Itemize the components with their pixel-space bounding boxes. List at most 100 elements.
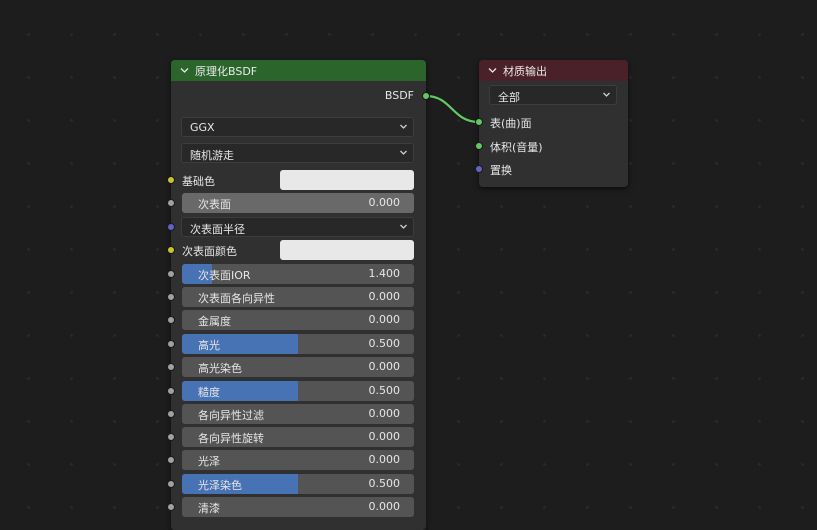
- input-row: 清漆 0.000: [167, 497, 426, 517]
- input-socket[interactable]: [167, 223, 175, 231]
- input-row: 次表面 0.000: [167, 193, 426, 213]
- dropdown-label: 次表面半径: [190, 223, 245, 236]
- distribution-dropdown[interactable]: GGX: [181, 117, 414, 137]
- input-socket[interactable]: [167, 199, 175, 207]
- subsurface-radius-dropdown[interactable]: 次表面半径: [181, 217, 414, 237]
- slider-value: 0.000: [368, 313, 401, 326]
- input-row: 金属度 0.000: [167, 310, 426, 330]
- slider-label: 各向异性过滤: [198, 409, 264, 422]
- slider-value: 0.000: [368, 290, 401, 303]
- input-row: 次表面半径: [167, 217, 426, 237]
- slider-label: 金属度: [198, 315, 231, 328]
- slider-value: 0.000: [368, 453, 401, 466]
- input-row: 基础色: [167, 170, 426, 190]
- surface-input-label: 表(曲)面: [490, 117, 532, 130]
- output-node-title: 材质输出: [503, 64, 547, 78]
- input-row: 各向异性旋转 0.000: [167, 427, 426, 447]
- input-socket[interactable]: [167, 387, 175, 395]
- slider-label: 高光: [198, 339, 220, 352]
- color-input-label: 基础色: [182, 175, 215, 188]
- slider-value: 0.000: [368, 430, 401, 443]
- slider-label: 糙度: [198, 386, 220, 399]
- chevron-down-icon: [400, 124, 407, 129]
- link-curve-inner: [425, 94, 480, 124]
- input-socket[interactable]: [167, 456, 175, 464]
- slider-value: 0.000: [368, 407, 401, 420]
- slider-label: 次表面: [198, 198, 231, 211]
- displacement-input-socket[interactable]: [475, 165, 483, 173]
- input-row: 次表面IOR 1.400: [167, 264, 426, 284]
- subsurface-method-value: 随机游走: [190, 149, 234, 162]
- output-input-row: 体积(音量): [475, 136, 628, 156]
- value-slider[interactable]: 金属度 0.000: [182, 310, 414, 330]
- collapse-chevron-icon[interactable]: [488, 66, 497, 75]
- value-slider[interactable]: 高光染色 0.000: [182, 357, 414, 377]
- link-curve: [425, 94, 480, 124]
- slider-label: 各向异性旋转: [198, 432, 264, 445]
- surface-input-socket[interactable]: [475, 118, 483, 126]
- bsdf-node-header[interactable]: 原理化BSDF: [171, 60, 426, 81]
- material-output-node[interactable]: 材质输出 全部 表(曲)面 体积(音量) 置换: [475, 60, 628, 187]
- input-socket[interactable]: [167, 316, 175, 324]
- input-row: 各向异性过滤 0.000: [167, 404, 426, 424]
- input-socket[interactable]: [167, 363, 175, 371]
- bsdf-output-label: BSDF: [384, 89, 414, 102]
- slider-value: 0.500: [368, 337, 401, 350]
- value-slider[interactable]: 次表面各向异性 0.000: [182, 287, 414, 307]
- slider-value: 1.400: [368, 267, 401, 280]
- input-row: 次表面颜色: [167, 240, 426, 260]
- input-row: 光泽 0.000: [167, 450, 426, 470]
- value-slider[interactable]: 清漆 0.000: [182, 497, 414, 517]
- chevron-down-icon: [603, 92, 610, 97]
- slider-value: 0.500: [368, 384, 401, 397]
- principled-bsdf-node[interactable]: 原理化BSDF BSDF GGX 随机游走 基础色 次表面 0.000 次表面半径 次表…: [167, 60, 430, 530]
- color-input-label: 次表面颜色: [182, 245, 237, 258]
- bsdf-node-title: 原理化BSDF: [195, 64, 258, 78]
- output-target-dropdown[interactable]: 全部: [489, 85, 617, 105]
- collapse-chevron-icon[interactable]: [180, 66, 189, 75]
- slider-label: 光泽: [198, 455, 220, 468]
- value-slider[interactable]: 光泽染色 0.500: [182, 474, 414, 494]
- chevron-down-icon: [400, 150, 407, 155]
- value-slider[interactable]: 光泽 0.000: [182, 450, 414, 470]
- input-socket[interactable]: [167, 293, 175, 301]
- slider-value: 0.000: [368, 196, 401, 209]
- slider-label: 高光染色: [198, 362, 242, 375]
- slider-value: 0.500: [368, 477, 401, 490]
- bsdf-output-socket[interactable]: [422, 92, 430, 100]
- input-row: 光泽染色 0.500: [167, 474, 426, 494]
- output-input-row: 置换: [475, 159, 628, 179]
- value-slider[interactable]: 次表面 0.000: [182, 193, 414, 213]
- bsdf-output-row: BSDF: [171, 86, 430, 106]
- value-slider[interactable]: 糙度 0.500: [182, 381, 414, 401]
- input-socket[interactable]: [167, 410, 175, 418]
- input-socket[interactable]: [167, 270, 175, 278]
- value-slider[interactable]: 各向异性过滤 0.000: [182, 404, 414, 424]
- slider-value: 0.000: [368, 500, 401, 513]
- input-socket[interactable]: [167, 340, 175, 348]
- distribution-value: GGX: [190, 121, 215, 134]
- slider-value: 0.000: [368, 360, 401, 373]
- input-row: 糙度 0.500: [167, 381, 426, 401]
- chevron-down-icon: [400, 224, 407, 229]
- input-socket[interactable]: [167, 480, 175, 488]
- input-row: 高光 0.500: [167, 334, 426, 354]
- input-row: 高光染色 0.000: [167, 357, 426, 377]
- input-socket[interactable]: [167, 503, 175, 511]
- value-slider[interactable]: 高光 0.500: [182, 334, 414, 354]
- color-swatch[interactable]: [280, 170, 414, 190]
- input-socket[interactable]: [167, 246, 175, 254]
- output-node-header[interactable]: 材质输出: [479, 60, 628, 81]
- input-row: 次表面各向异性 0.000: [167, 287, 426, 307]
- input-socket[interactable]: [167, 176, 175, 184]
- value-slider[interactable]: 次表面IOR 1.400: [182, 264, 414, 284]
- output-input-row: 表(曲)面: [475, 112, 628, 132]
- subsurface-method-dropdown[interactable]: 随机游走: [181, 143, 414, 163]
- slider-label: 次表面各向异性: [198, 292, 275, 305]
- volume-input-socket[interactable]: [475, 142, 483, 150]
- volume-input-label: 体积(音量): [490, 141, 543, 154]
- displacement-input-label: 置换: [490, 164, 512, 177]
- value-slider[interactable]: 各向异性旋转 0.000: [182, 427, 414, 447]
- input-socket[interactable]: [167, 433, 175, 441]
- color-swatch[interactable]: [280, 240, 414, 260]
